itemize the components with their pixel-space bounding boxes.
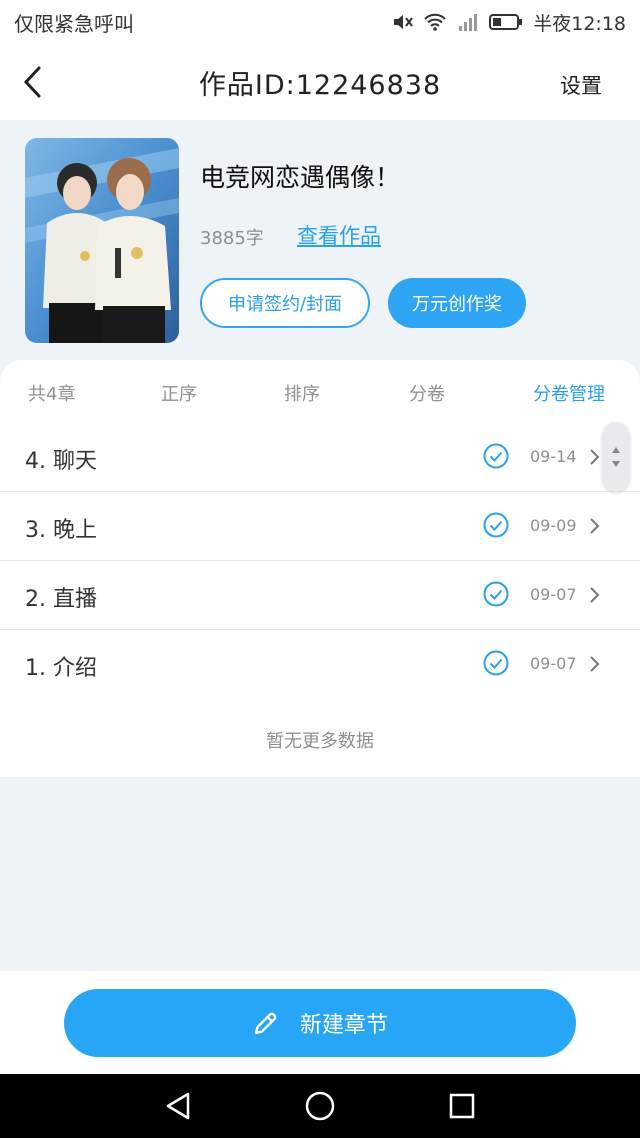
pencil-icon xyxy=(254,1012,277,1035)
page-title: 作品ID:12246838 xyxy=(198,69,442,101)
new-chapter-button[interactable]: 新建章节 xyxy=(64,989,576,1057)
tab-ascending[interactable]: 正序 xyxy=(161,380,197,406)
arrow-up-icon xyxy=(612,447,620,453)
arrow-down-icon xyxy=(612,461,620,467)
chapter-date: 09-07 xyxy=(530,654,577,673)
published-check-icon xyxy=(483,581,509,607)
signal-icon xyxy=(457,12,479,32)
nav-home-button[interactable] xyxy=(302,1088,338,1124)
work-title: 电竞网恋遇偶像！ xyxy=(200,163,401,192)
chevron-right-icon xyxy=(590,449,600,465)
chevron-right-icon xyxy=(590,587,600,603)
system-nav-bar xyxy=(0,1074,640,1138)
chapter-date: 09-09 xyxy=(530,516,577,535)
chevron-right-icon xyxy=(590,656,600,672)
carrier-text: 仅限紧急呼叫 xyxy=(14,11,134,36)
chapter-row[interactable]: 1. 介绍 09-07 xyxy=(0,630,640,699)
battery-icon xyxy=(489,12,523,32)
chevron-right-icon xyxy=(590,518,600,534)
chapter-name: 3. 晚上 xyxy=(25,518,97,543)
no-more-data-text: 暂无更多数据 xyxy=(266,731,374,752)
word-count: 3885字 xyxy=(200,228,264,249)
chapter-name: 4. 聊天 xyxy=(25,449,97,474)
chapter-count: 共4章 xyxy=(28,384,76,405)
chapter-name: 2. 直播 xyxy=(25,587,97,612)
tab-sort[interactable]: 排序 xyxy=(284,380,320,406)
chapter-panel: 共4章 正序 排序 分卷 分卷管理 4. 聊天 09-14 3. 晚上 09-0… xyxy=(0,360,640,777)
apply-contract-button[interactable]: 申请签约/封面 xyxy=(200,278,370,328)
nav-recents-button[interactable] xyxy=(444,1088,480,1124)
chapter-toolbar: 共4章 正序 排序 分卷 分卷管理 xyxy=(0,360,640,424)
chapter-date: 09-07 xyxy=(530,585,577,604)
chapter-row[interactable]: 2. 直播 09-07 xyxy=(0,561,640,630)
status-icons: 半夜12:18 xyxy=(391,9,626,36)
header: 作品ID:12246838 设置 xyxy=(0,44,640,120)
chapter-name: 1. 介绍 xyxy=(25,656,97,681)
published-check-icon xyxy=(483,650,509,676)
settings-button[interactable]: 设置 xyxy=(560,70,602,100)
nav-back-button[interactable] xyxy=(160,1088,196,1124)
clock-text: 半夜12:18 xyxy=(533,12,626,35)
status-bar: 仅限紧急呼叫 半夜12:18 xyxy=(0,0,640,44)
chapter-date: 09-14 xyxy=(530,447,577,466)
back-button[interactable] xyxy=(22,64,54,100)
tab-volume-manage[interactable]: 分卷管理 xyxy=(533,380,605,406)
cover-image[interactable] xyxy=(25,138,179,343)
chapter-row[interactable]: 3. 晚上 09-09 xyxy=(0,492,640,561)
chevron-left-icon xyxy=(23,66,41,98)
wifi-icon xyxy=(423,12,447,32)
tab-volume[interactable]: 分卷 xyxy=(409,380,445,406)
view-work-link[interactable]: 查看作品 xyxy=(297,220,381,250)
triangle-back-icon xyxy=(166,1092,190,1120)
published-check-icon xyxy=(483,443,509,469)
bottom-bar: 新建章节 xyxy=(0,971,640,1074)
work-info: 电竞网恋遇偶像！ 3885字 查看作品 申请签约/封面 万元创作奖 xyxy=(0,120,640,365)
award-button[interactable]: 万元创作奖 xyxy=(388,278,526,328)
fast-scroll-handle[interactable] xyxy=(602,422,630,492)
circle-home-icon xyxy=(305,1091,335,1121)
chapter-row[interactable]: 4. 聊天 09-14 xyxy=(0,423,640,492)
mute-icon xyxy=(391,12,414,32)
published-check-icon xyxy=(483,512,509,538)
new-chapter-label: 新建章节 xyxy=(299,1013,388,1038)
square-recents-icon xyxy=(449,1093,475,1119)
